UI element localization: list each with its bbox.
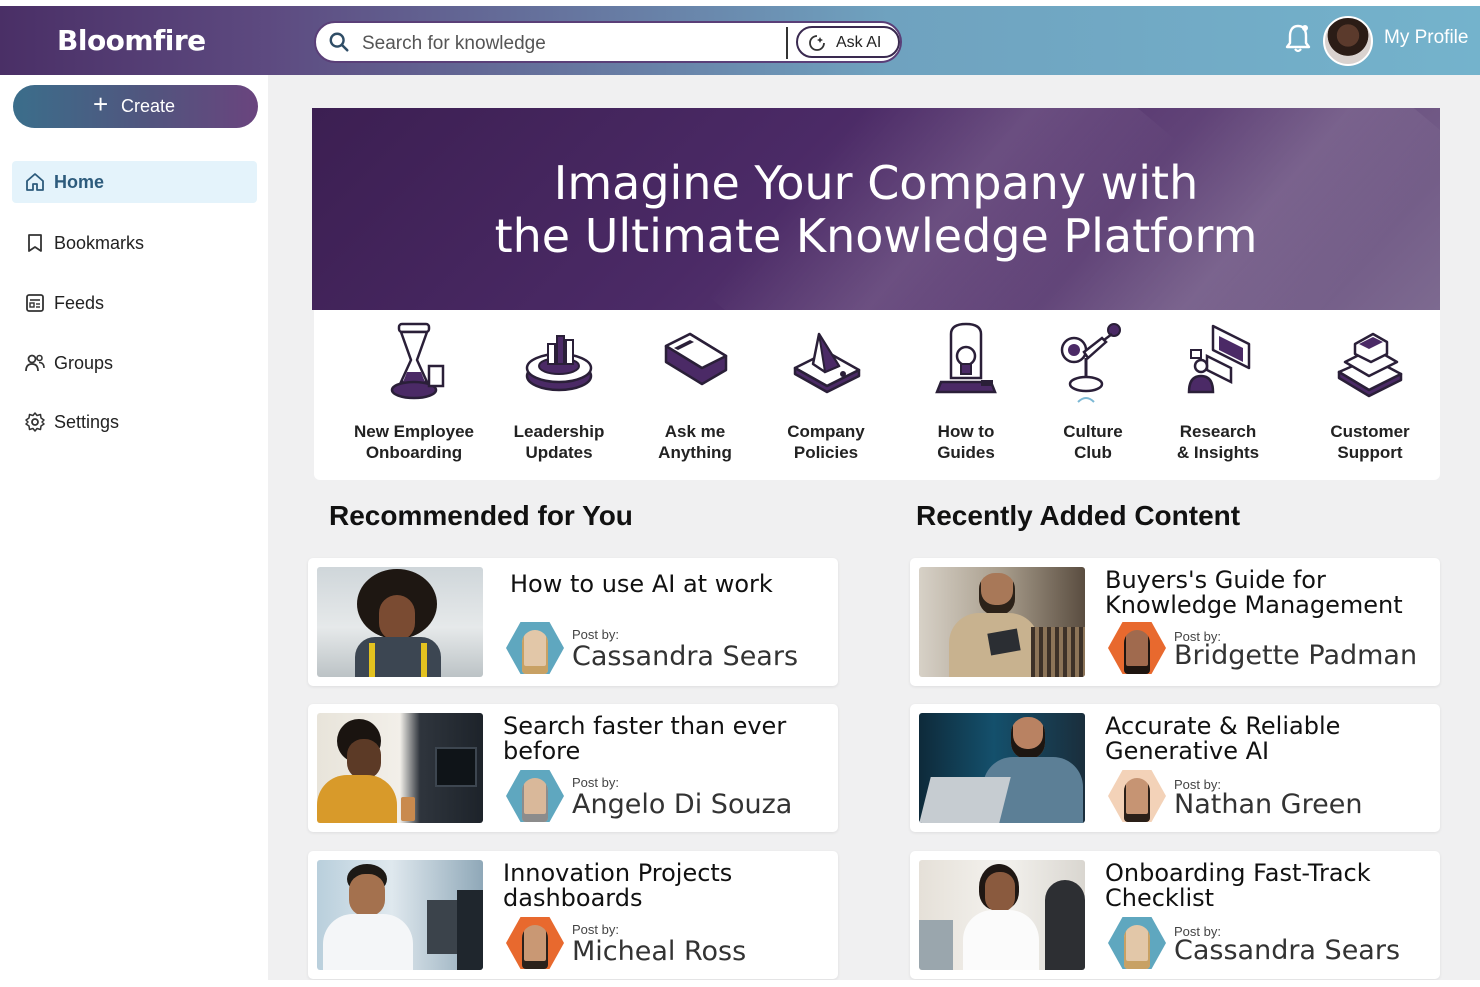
sidebar-item-settings[interactable]: Settings — [12, 401, 257, 443]
card-thumbnail — [919, 567, 1085, 677]
hero-title-line-1: Imagine Your Company with — [553, 156, 1199, 210]
author-avatar — [1108, 622, 1166, 674]
recommended-card[interactable]: Innovation Projects dashboards Post by: … — [308, 851, 838, 979]
card-title[interactable]: Buyers's Guide for Knowledge Management — [1105, 568, 1425, 618]
recommended-card[interactable]: How to use AI at work Post by: Cassandra… — [308, 558, 838, 686]
post-by-label: Post by: — [572, 922, 619, 937]
author-name[interactable]: Angelo Di Souza — [572, 789, 792, 820]
feeds-icon — [26, 294, 44, 312]
sidebar-item-feeds[interactable]: Feeds — [12, 282, 257, 324]
ask-ai-button[interactable]: Ask AI — [796, 26, 900, 58]
sidebar-item-label: Home — [54, 172, 105, 192]
search-input[interactable]: Search for knowledge — [362, 33, 546, 55]
category-label: Company Policies — [787, 422, 865, 462]
category-label: Customer Support — [1330, 422, 1410, 462]
category-research-insights[interactable]: Research & Insights — [1148, 320, 1288, 470]
card-title[interactable]: Accurate & Reliable Generative AI — [1105, 714, 1425, 764]
sidebar-item-home[interactable]: Home — [12, 161, 257, 203]
gear-icon — [25, 412, 45, 432]
card-thumbnail — [317, 860, 483, 970]
pyramid-icon — [793, 332, 861, 394]
sidebar-item-label: Settings — [54, 412, 120, 432]
notification-bell-icon[interactable] — [1284, 22, 1312, 54]
author-name[interactable]: Cassandra Sears — [1174, 935, 1400, 966]
card-thumbnail — [317, 567, 483, 677]
category-label: New Employee Onboarding — [354, 422, 474, 462]
card-title[interactable]: Onboarding Fast-Track Checklist — [1105, 861, 1425, 911]
author-name[interactable]: Bridgette Padman — [1174, 640, 1417, 671]
research-icon — [1187, 324, 1251, 394]
app-logo[interactable]: Bloomfire — [57, 24, 206, 57]
app-frame: Bloomfire Search for knowledge Ask AI My — [0, 6, 1480, 980]
category-label: Leadership Updates — [513, 422, 605, 462]
lightbulb-icon — [935, 322, 997, 394]
author-avatar — [1108, 770, 1166, 822]
recommended-card[interactable]: Search faster than ever before Post by: … — [308, 704, 838, 832]
lamp-icon — [1060, 323, 1121, 403]
card-thumbnail — [317, 713, 483, 823]
author-avatar — [506, 917, 564, 969]
groups-icon — [25, 354, 45, 372]
author-avatar — [506, 622, 564, 674]
category-label: Ask me Anything — [658, 422, 732, 462]
create-button[interactable]: + Create — [13, 85, 258, 128]
author-avatar — [1108, 917, 1166, 969]
recent-card[interactable]: Buyers's Guide for Knowledge Management … — [910, 558, 1440, 686]
top-bar: Bloomfire Search for knowledge Ask AI My — [0, 6, 1480, 75]
create-label: Create — [121, 96, 176, 116]
chart-dial-icon — [525, 335, 593, 392]
post-by-label: Post by: — [572, 627, 619, 642]
ai-sparkle-icon — [809, 35, 825, 51]
hero-banner: Imagine Your Company with the Ultimate K… — [312, 108, 1440, 310]
sidebar-item-label: Groups — [54, 353, 114, 373]
bookmark-icon — [28, 234, 42, 252]
author-name[interactable]: Nathan Green — [1174, 789, 1362, 820]
category-label: Culture Club — [1063, 422, 1123, 462]
profile-avatar[interactable] — [1323, 16, 1373, 66]
card-title[interactable]: How to use AI at work — [510, 572, 830, 597]
my-profile-link[interactable]: My Profile — [1384, 27, 1468, 49]
plus-icon: + — [93, 89, 109, 119]
home-icon — [26, 173, 44, 191]
sidebar-item-groups[interactable]: Groups — [12, 342, 257, 384]
card-thumbnail — [919, 713, 1085, 823]
books-icon — [1337, 332, 1403, 398]
sidebar-item-label: Feeds — [54, 293, 105, 313]
author-avatar — [506, 770, 564, 822]
sidebar: + Create Home Bookmarks Feeds Groups Set… — [0, 75, 268, 980]
category-culture-club[interactable]: Culture Club — [1023, 320, 1163, 470]
sidebar-item-label: Bookmarks — [54, 233, 145, 253]
search-icon — [329, 32, 349, 52]
category-ask-me-anything[interactable]: Ask me Anything — [625, 320, 765, 470]
author-name[interactable]: Cassandra Sears — [572, 641, 798, 672]
recent-card[interactable]: Onboarding Fast-Track Checklist Post by:… — [910, 851, 1440, 979]
recent-card[interactable]: Accurate & Reliable Generative AI Post b… — [910, 704, 1440, 832]
author-name[interactable]: Micheal Ross — [572, 936, 746, 967]
recent-section-title: Recently Added Content — [916, 500, 1241, 531]
category-leadership-updates[interactable]: Leadership Updates — [489, 320, 629, 470]
post-by-label: Post by: — [572, 775, 619, 790]
sidebar-item-bookmarks[interactable]: Bookmarks — [12, 222, 257, 264]
category-label: How to Guides — [937, 422, 995, 462]
category-new-employee-onboarding[interactable]: New Employee Onboarding — [344, 320, 484, 470]
recommended-section-title: Recommended for You — [329, 500, 633, 531]
category-how-to-guides[interactable]: How to Guides — [896, 320, 1036, 470]
hourglass-icon — [390, 322, 445, 400]
card-title[interactable]: Search faster than ever before — [503, 714, 823, 764]
hero-title-line-2: the Ultimate Knowledge Platform — [494, 209, 1258, 263]
category-label: Research & Insights — [1176, 422, 1260, 462]
category-customer-support[interactable]: Customer Support — [1300, 320, 1440, 470]
card-thumbnail — [919, 860, 1085, 970]
search-divider — [786, 27, 788, 59]
category-strip: New Employee Onboarding Leadership Updates… — [314, 310, 1440, 480]
card-title[interactable]: Innovation Projects dashboards — [503, 861, 823, 911]
ask-ai-label: Ask AI — [836, 34, 882, 51]
search-bar[interactable]: Search for knowledge Ask AI — [314, 21, 902, 63]
category-company-policies[interactable]: Company Policies — [756, 320, 896, 470]
chat-block-icon — [664, 332, 728, 386]
